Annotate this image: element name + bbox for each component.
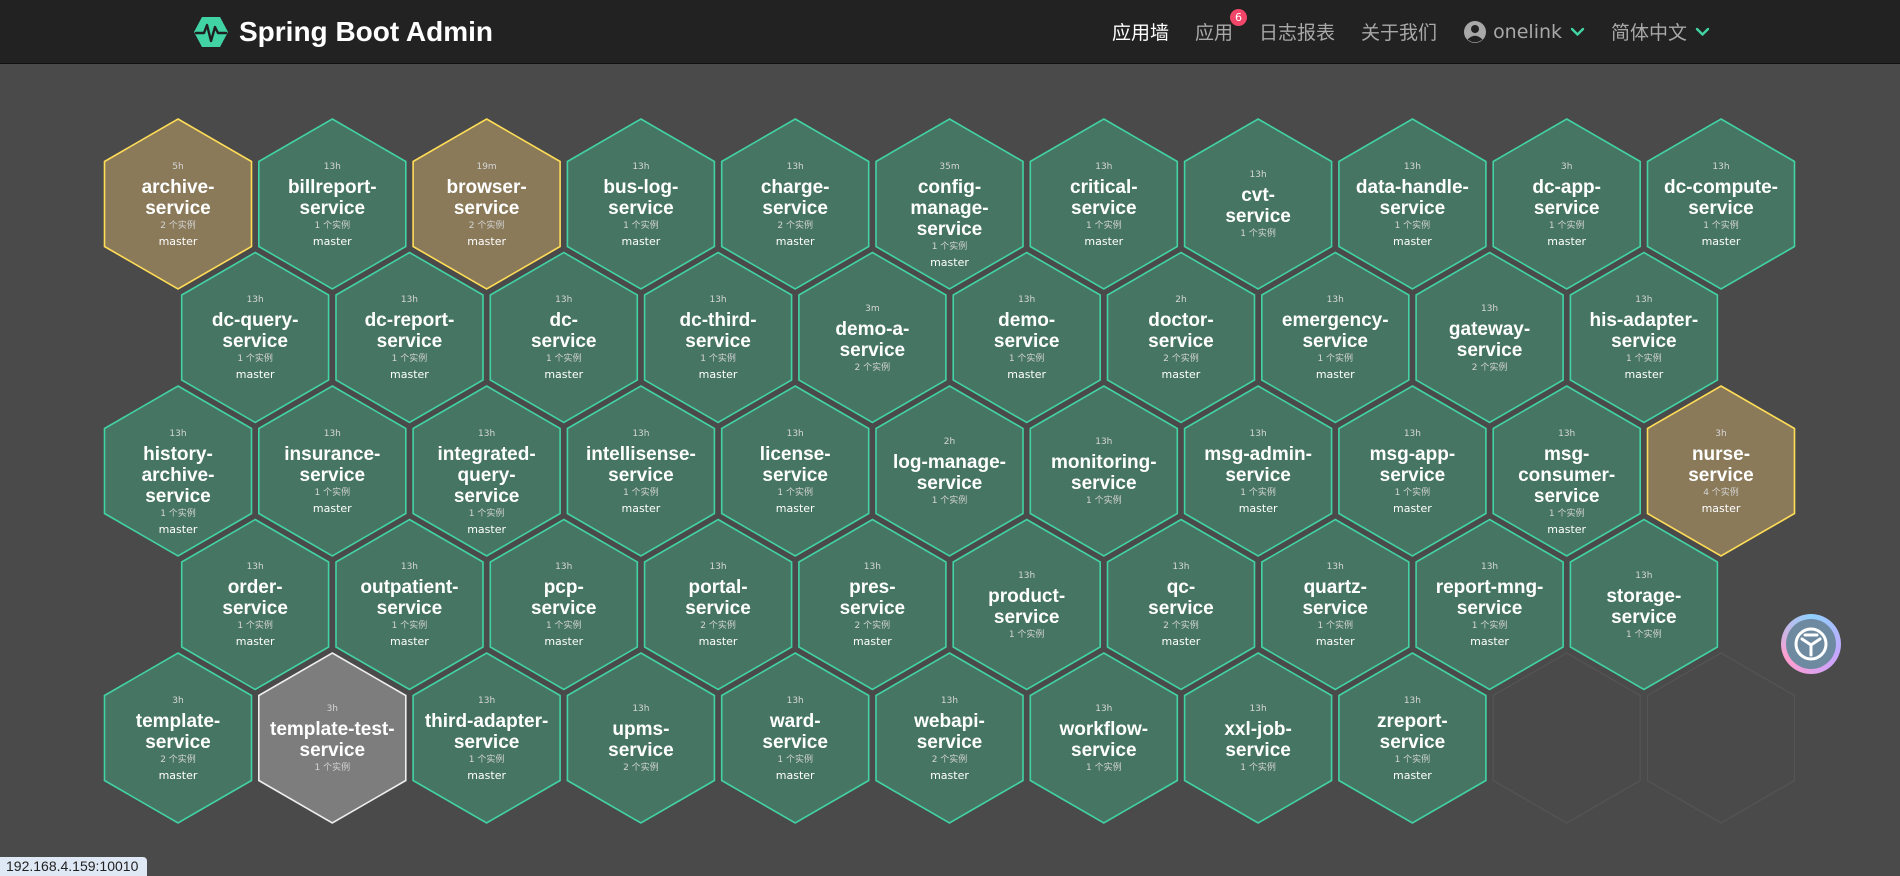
application-hex-msg-app-service[interactable] <box>1338 385 1487 557</box>
application-hex-msg-admin-service[interactable] <box>1183 385 1333 557</box>
application-hex-webapi-service[interactable] <box>875 652 1024 824</box>
application-hex-template-service[interactable] <box>103 652 253 824</box>
application-hex-demo-a-service[interactable] <box>798 251 947 424</box>
application-hex-dc-third-service[interactable] <box>643 251 793 424</box>
application-hex-dc-app-service[interactable] <box>1492 118 1641 290</box>
application-hex-bus-log-service[interactable] <box>566 118 716 290</box>
application-hex-order-service[interactable] <box>180 518 330 691</box>
empty-hex-slot <box>1492 652 1641 824</box>
application-hex-doctor-service[interactable] <box>1106 251 1256 424</box>
empty-hex-slot <box>1646 652 1796 824</box>
application-hex-monitoring-service[interactable] <box>1029 385 1179 557</box>
application-hex-template-test-service[interactable] <box>257 652 407 824</box>
application-hex-history-archive-service[interactable] <box>103 385 253 557</box>
application-hex-cvt-service[interactable] <box>1183 118 1333 290</box>
application-hex-msg-consumer-service[interactable] <box>1492 385 1641 557</box>
application-hex-portal-service[interactable] <box>643 518 793 691</box>
application-hex-ward-service[interactable] <box>720 652 870 824</box>
application-hex-insurance-service[interactable] <box>257 385 407 557</box>
application-hex-product-service[interactable] <box>952 518 1101 691</box>
status-bar-url: 192.168.4.159:10010 <box>0 857 148 876</box>
application-hex-critical-service[interactable] <box>1029 118 1179 290</box>
wallboard: 5h archive-service 2 个实例 master 13h billrepor… <box>0 0 1900 876</box>
application-hex-license-service[interactable] <box>720 385 870 557</box>
application-hex-third-adapter-service[interactable] <box>412 652 561 824</box>
application-hex-dc-report-service[interactable] <box>335 251 484 424</box>
application-hex-emergency-service[interactable] <box>1261 251 1410 424</box>
application-hex-upms-service[interactable] <box>566 652 716 824</box>
application-hex-config-manage-service[interactable] <box>875 118 1024 290</box>
application-hex-browser-service[interactable] <box>412 118 561 290</box>
application-hex-workflow-service[interactable] <box>1029 652 1179 824</box>
application-hex-data-handle-service[interactable] <box>1338 118 1487 290</box>
application-hex-log-manage-service[interactable] <box>875 385 1024 557</box>
application-hex-quartz-service[interactable] <box>1261 518 1410 691</box>
application-hex-zreport-service[interactable] <box>1338 652 1487 824</box>
application-hex-nurse-service[interactable] <box>1646 385 1796 557</box>
application-hex-gateway-service[interactable] <box>1415 251 1564 424</box>
application-hex-demo-service[interactable] <box>952 251 1101 424</box>
application-hex-storage-service[interactable] <box>1569 518 1719 691</box>
application-hex-his-adapter-service[interactable] <box>1569 251 1719 424</box>
hex-grid <box>103 118 1796 824</box>
floating-assistant-button[interactable] <box>1781 614 1841 674</box>
application-hex-report-mng-service[interactable] <box>1415 518 1564 691</box>
application-hex-dc-compute-service[interactable] <box>1646 118 1796 290</box>
application-hex-outpatient-service[interactable] <box>335 518 484 691</box>
application-hex-pres-service[interactable] <box>798 518 947 691</box>
application-hex-billreport-service[interactable] <box>257 118 407 290</box>
application-hex-intellisense-service[interactable] <box>566 385 716 557</box>
application-hex-archive-service[interactable] <box>103 118 253 290</box>
application-hex-qc-service[interactable] <box>1106 518 1256 691</box>
application-hex-xxl-job-service[interactable] <box>1183 652 1333 824</box>
float-btn-inner <box>1786 619 1836 669</box>
application-hex-dc-query-service[interactable] <box>180 251 330 424</box>
application-hex-dc-service[interactable] <box>489 251 639 424</box>
application-hex-charge-service[interactable] <box>720 118 870 290</box>
assistant-logo-icon <box>1794 627 1828 661</box>
application-hex-integrated-query-service[interactable] <box>412 385 561 557</box>
application-hex-pcp-service[interactable] <box>489 518 639 691</box>
